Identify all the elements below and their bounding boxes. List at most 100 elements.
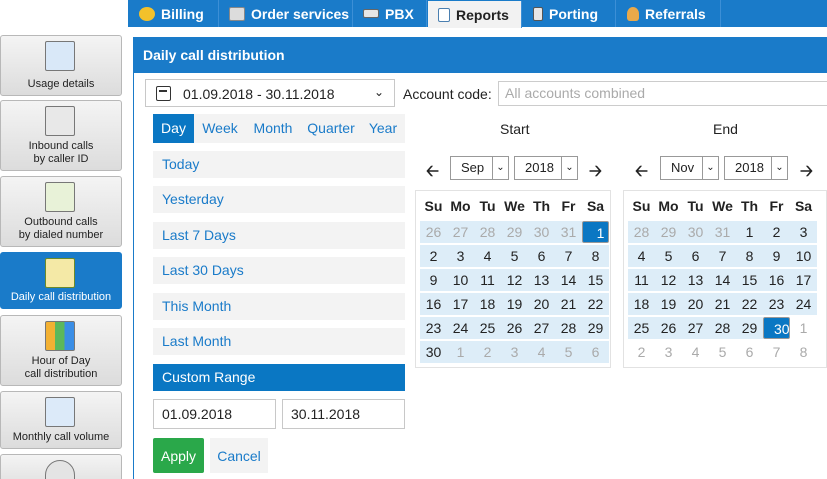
- calendar-day[interactable]: 1: [447, 341, 474, 363]
- calendar-day[interactable]: 30: [528, 221, 555, 243]
- calendar-day[interactable]: 7: [763, 341, 790, 363]
- calendar-day[interactable]: 6: [528, 245, 555, 267]
- calendar-day[interactable]: 20: [682, 293, 709, 315]
- calendar-day[interactable]: 21: [555, 293, 582, 315]
- tab-month[interactable]: Month: [248, 114, 298, 143]
- calendar-day[interactable]: 25: [474, 317, 501, 339]
- calendar-day[interactable]: 6: [582, 341, 609, 363]
- calendar-day[interactable]: 22: [736, 293, 763, 315]
- calendar-day[interactable]: 9: [420, 269, 447, 291]
- calendar-day[interactable]: 13: [682, 269, 709, 291]
- calendar-day[interactable]: 10: [447, 269, 474, 291]
- calendar-day[interactable]: 14: [555, 269, 582, 291]
- calendar-day[interactable]: 1: [736, 221, 763, 243]
- calendar-day[interactable]: 28: [555, 317, 582, 339]
- start-month-select[interactable]: Sep ⌄: [450, 156, 509, 180]
- tab-pbx[interactable]: PBX: [353, 0, 427, 27]
- calendar-day[interactable]: 29: [501, 221, 528, 243]
- preset-last-7-days[interactable]: Last 7 Days: [153, 222, 405, 249]
- calendar-day[interactable]: 19: [655, 293, 682, 315]
- calendar-day[interactable]: 18: [474, 293, 501, 315]
- tab-day[interactable]: Day: [153, 114, 194, 143]
- calendar-day[interactable]: 17: [447, 293, 474, 315]
- calendar-day[interactable]: 4: [628, 245, 655, 267]
- calendar-day[interactable]: 1: [582, 221, 609, 243]
- calendar-day[interactable]: 30: [420, 341, 447, 363]
- calendar-day[interactable]: 16: [420, 293, 447, 315]
- sidebar-item-usage-details[interactable]: Usage details: [0, 35, 122, 96]
- calendar-day[interactable]: 23: [420, 317, 447, 339]
- calendar-day[interactable]: 26: [501, 317, 528, 339]
- end-month-select[interactable]: Nov ⌄: [660, 156, 719, 180]
- calendar-day[interactable]: 8: [790, 341, 817, 363]
- calendar-day[interactable]: 24: [790, 293, 817, 315]
- calendar-day[interactable]: 13: [528, 269, 555, 291]
- start-year-select[interactable]: 2018 ⌄: [514, 156, 578, 180]
- calendar-day[interactable]: 28: [709, 317, 736, 339]
- calendar-day[interactable]: 5: [555, 341, 582, 363]
- calendar-day[interactable]: 7: [709, 245, 736, 267]
- calendar-day[interactable]: 14: [709, 269, 736, 291]
- calendar-day[interactable]: 28: [474, 221, 501, 243]
- preset-last-month[interactable]: Last Month: [153, 328, 405, 355]
- next-month-icon[interactable]: 🡢: [589, 160, 602, 187]
- calendar-day[interactable]: 2: [763, 221, 790, 243]
- calendar-day[interactable]: 27: [682, 317, 709, 339]
- sidebar-item-daily-call-distribution[interactable]: Daily call distribution: [0, 252, 122, 309]
- calendar-day[interactable]: 5: [655, 245, 682, 267]
- calendar-day[interactable]: 11: [628, 269, 655, 291]
- tab-week[interactable]: Week: [196, 114, 244, 143]
- calendar-day[interactable]: 31: [555, 221, 582, 243]
- tab-referrals[interactable]: Referrals: [617, 0, 721, 27]
- calendar-day[interactable]: 22: [582, 293, 609, 315]
- calendar-day[interactable]: 10: [790, 245, 817, 267]
- calendar-day[interactable]: 29: [736, 317, 763, 339]
- calendar-day[interactable]: 3: [447, 245, 474, 267]
- calendar-day[interactable]: 23: [763, 293, 790, 315]
- end-year-select[interactable]: 2018 ⌄: [724, 156, 788, 180]
- calendar-day[interactable]: 26: [655, 317, 682, 339]
- calendar-day[interactable]: 8: [736, 245, 763, 267]
- calendar-day[interactable]: 4: [682, 341, 709, 363]
- calendar-day[interactable]: 17: [790, 269, 817, 291]
- calendar-day[interactable]: 4: [528, 341, 555, 363]
- calendar-day[interactable]: 29: [582, 317, 609, 339]
- tab-year[interactable]: Year: [365, 114, 401, 143]
- calendar-day[interactable]: 15: [582, 269, 609, 291]
- end-date-input[interactable]: 30.11.2018: [282, 399, 405, 429]
- calendar-day[interactable]: 24: [447, 317, 474, 339]
- calendar-day[interactable]: 2: [474, 341, 501, 363]
- calendar-day[interactable]: 25: [628, 317, 655, 339]
- calendar-day[interactable]: 19: [501, 293, 528, 315]
- calendar-day[interactable]: 2: [420, 245, 447, 267]
- calendar-day[interactable]: 27: [528, 317, 555, 339]
- tab-reports[interactable]: Reports: [428, 1, 522, 28]
- calendar-day[interactable]: 28: [628, 221, 655, 243]
- calendar-day[interactable]: 8: [582, 245, 609, 267]
- preset-custom-range[interactable]: Custom Range: [153, 364, 405, 391]
- tab-billing[interactable]: Billing: [129, 0, 219, 27]
- preset-yesterday[interactable]: Yesterday: [153, 186, 405, 213]
- preset-today[interactable]: Today: [153, 151, 405, 178]
- calendar-day[interactable]: 15: [736, 269, 763, 291]
- calendar-day[interactable]: 7: [555, 245, 582, 267]
- prev-month-icon[interactable]: 🡠: [426, 160, 439, 187]
- calendar-day[interactable]: 31: [709, 221, 736, 243]
- sidebar-item-outbound-calls[interactable]: Outbound calls by dialed number: [0, 176, 122, 247]
- calendar-day[interactable]: 27: [447, 221, 474, 243]
- start-date-input[interactable]: 01.09.2018: [153, 399, 276, 429]
- calendar-day[interactable]: 26: [420, 221, 447, 243]
- calendar-day[interactable]: 4: [474, 245, 501, 267]
- calendar-day[interactable]: 3: [501, 341, 528, 363]
- calendar-day[interactable]: 11: [474, 269, 501, 291]
- calendar-day[interactable]: 12: [501, 269, 528, 291]
- sidebar-item-monthly-call-volume[interactable]: Monthly call volume: [0, 391, 122, 449]
- calendar-day[interactable]: 2: [628, 341, 655, 363]
- sidebar-item-hour-of-day[interactable]: Hour of Day call distribution: [0, 315, 122, 386]
- cancel-button[interactable]: Cancel: [210, 438, 268, 473]
- calendar-day[interactable]: 29: [655, 221, 682, 243]
- preset-last-30-days[interactable]: Last 30 Days: [153, 257, 405, 284]
- calendar-day[interactable]: 18: [628, 293, 655, 315]
- tab-quarter[interactable]: Quarter: [303, 114, 359, 143]
- calendar-day[interactable]: 5: [709, 341, 736, 363]
